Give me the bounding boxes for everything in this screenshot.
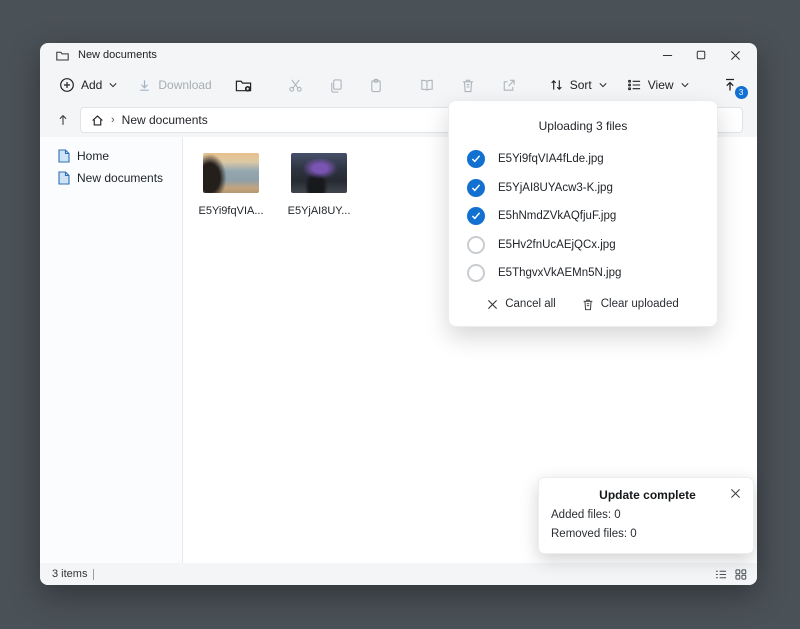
rename-button[interactable]: [407, 73, 447, 97]
download-status-button[interactable]: [752, 72, 757, 98]
upload-file-row[interactable]: E5Hv2fnUcAEjQCx.jpg: [467, 231, 699, 260]
sidebar-item-label: Home: [77, 149, 109, 163]
download-label: Download: [158, 78, 211, 92]
window-title: New documents: [78, 49, 157, 61]
upload-file-row[interactable]: E5hNmdZVkAQfjuF.jpg: [467, 202, 699, 231]
upload-file-list: E5Yi9fqVIA4fLde.jpg E5YjAI8UYAcw3-K.jpg …: [467, 145, 699, 288]
new-folder-icon: [235, 78, 252, 93]
update-toast: Update complete Added files: 0 Removed f…: [538, 477, 754, 554]
toast-title: Update complete: [551, 488, 730, 502]
maximize-button[interactable]: [691, 46, 711, 64]
nav-up-button[interactable]: [56, 113, 70, 127]
download-selected-button[interactable]: Download: [128, 73, 220, 98]
delete-button[interactable]: [449, 73, 487, 98]
upload-count-badge: 3: [735, 86, 748, 99]
toast-removed-files: Removed files: 0: [551, 528, 741, 540]
cut-icon: [288, 78, 303, 93]
sort-button[interactable]: Sort: [540, 73, 616, 97]
copy-icon: [329, 78, 343, 93]
upload-flyout-title: Uploading 3 files: [467, 119, 699, 133]
toast-added-files: Added files: 0: [551, 509, 741, 521]
titlebar[interactable]: New documents: [40, 43, 757, 67]
items-count: 3 items: [52, 568, 87, 580]
chevron-down-icon: [599, 82, 607, 88]
download-icon: [137, 78, 152, 93]
cancel-all-label: Cancel all: [505, 298, 556, 310]
sidebar-item-new-documents[interactable]: New documents: [58, 167, 182, 189]
copy-button[interactable]: [317, 73, 355, 98]
share-button[interactable]: [489, 73, 528, 98]
share-icon: [501, 78, 516, 93]
pending-circle-icon: [467, 264, 485, 282]
document-icon: [58, 149, 70, 163]
paste-button[interactable]: [357, 73, 395, 98]
check-circle-icon: [467, 207, 485, 225]
sort-icon: [549, 78, 564, 92]
close-icon: [487, 299, 498, 310]
clear-uploaded-label: Clear uploaded: [601, 298, 679, 310]
upload-file-row[interactable]: E5ThgvxVkAEMn5N.jpg: [467, 259, 699, 288]
folder-icon: [56, 50, 69, 61]
view-switcher: [715, 569, 747, 580]
new-folder-button[interactable]: [223, 73, 264, 98]
rename-icon: [419, 78, 435, 92]
window-controls: [657, 46, 749, 64]
paste-icon: [369, 78, 383, 93]
sidebar-item-home[interactable]: Home: [58, 145, 182, 167]
home-icon[interactable]: [91, 114, 104, 127]
status-divider: [93, 569, 94, 580]
sort-label: Sort: [570, 78, 592, 92]
toolbar: Add Download: [40, 67, 757, 103]
upload-file-row[interactable]: E5YjAI8UYAcw3-K.jpg: [467, 174, 699, 203]
upload-file-row[interactable]: E5Yi9fqVIA4fLde.jpg: [467, 145, 699, 174]
breadcrumb-current[interactable]: New documents: [122, 113, 208, 127]
chevron-down-icon: [681, 82, 689, 88]
trash-icon: [582, 298, 594, 311]
add-button[interactable]: Add: [50, 72, 126, 98]
upload-file-name: E5YjAI8UYAcw3-K.jpg: [498, 182, 613, 194]
close-button[interactable]: [725, 46, 745, 64]
toast-close-button[interactable]: [730, 488, 741, 499]
tiles-view-icon[interactable]: [735, 569, 747, 580]
cut-button[interactable]: [276, 73, 315, 98]
status-bar: 3 items: [40, 563, 757, 585]
check-circle-icon: [467, 150, 485, 168]
upload-file-name: E5Yi9fqVIA4fLde.jpg: [498, 153, 604, 165]
upload-file-name: E5hNmdZVkAQfjuF.jpg: [498, 210, 616, 222]
view-label: View: [648, 78, 674, 92]
view-button[interactable]: View: [618, 73, 698, 97]
details-view-icon[interactable]: [715, 569, 727, 580]
toast-header: Update complete: [551, 488, 741, 502]
add-icon: [59, 77, 75, 93]
cancel-all-button[interactable]: Cancel all: [487, 298, 556, 311]
file-name: E5YjAI8UY...: [288, 205, 351, 217]
file-tile[interactable]: E5Yi9fqVIA...: [199, 153, 263, 217]
pending-circle-icon: [467, 236, 485, 254]
file-thumbnail: [203, 153, 259, 193]
breadcrumb-chevron-icon: ›: [111, 114, 115, 126]
upload-progress-flyout: Uploading 3 files E5Yi9fqVIA4fLde.jpg E5…: [448, 100, 718, 327]
add-label: Add: [81, 78, 102, 92]
check-circle-icon: [467, 179, 485, 197]
clear-uploaded-button[interactable]: Clear uploaded: [582, 298, 679, 311]
file-name: E5Yi9fqVIA...: [198, 205, 263, 217]
trash-icon: [461, 78, 475, 93]
upload-file-name: E5Hv2fnUcAEjQCx.jpg: [498, 239, 616, 251]
view-icon: [627, 78, 642, 92]
chevron-down-icon: [109, 82, 117, 88]
sidebar: Home New documents: [40, 137, 182, 563]
upload-status-button[interactable]: 3: [710, 72, 750, 98]
upload-flyout-footer: Cancel all Clear uploaded: [467, 298, 699, 311]
document-icon: [58, 171, 70, 185]
minimize-button[interactable]: [657, 46, 677, 64]
upload-file-name: E5ThgvxVkAEMn5N.jpg: [498, 267, 621, 279]
file-thumbnail: [291, 153, 347, 193]
sidebar-item-label: New documents: [77, 171, 163, 185]
desktop: New documents A: [0, 0, 800, 629]
file-tile[interactable]: E5YjAI8UY...: [287, 153, 351, 217]
